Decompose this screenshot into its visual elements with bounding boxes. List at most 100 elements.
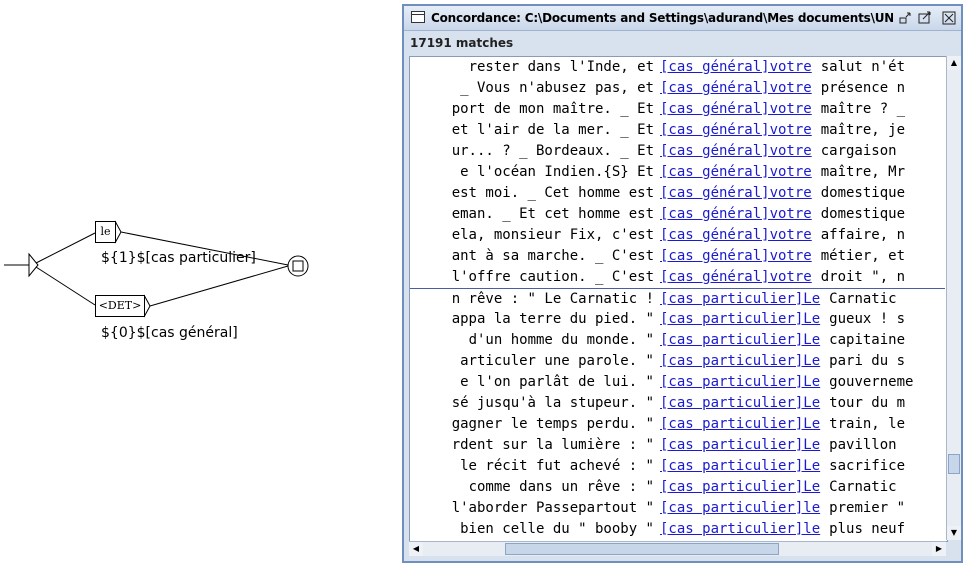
scroll-left-icon[interactable]: ◀ — [409, 542, 423, 556]
box-det[interactable]: <DET> — [95, 295, 145, 317]
scroll-down-icon[interactable]: ▼ — [947, 526, 961, 540]
concordance-row: e l'on parlât de lui. " [cas particulier]… — [410, 372, 945, 393]
match-link[interactable]: [cas général]votre — [660, 269, 812, 285]
scroll-right-icon[interactable]: ▶ — [932, 542, 946, 556]
concordance-list[interactable]: rester dans l'Inde, et [cas général]votre… — [409, 56, 948, 542]
window-icon — [411, 11, 425, 23]
match-link[interactable]: [cas particulier]Le — [660, 332, 820, 348]
concordance-row: eman. _ Et cet homme est [cas général]vot… — [410, 204, 945, 225]
left-context: d'un homme du monde. " — [410, 330, 654, 351]
match-link[interactable]: [cas général]votre — [660, 101, 812, 117]
match-link[interactable]: [cas particulier]Le — [660, 374, 820, 390]
match-link[interactable]: [cas particulier]Le — [660, 353, 820, 369]
horizontal-scrollbar[interactable]: ◀ ▶ — [409, 541, 946, 556]
concordance-row: est moi. _ Cet homme est [cas général]vot… — [410, 183, 945, 204]
left-context: l'aborder Passepartout " — [410, 498, 654, 519]
match-link[interactable]: [cas particulier]le — [660, 521, 820, 537]
concordance-row: gagner le temps perdu. " [cas particulier… — [410, 414, 945, 435]
left-context: ur... ? _ Bordeaux. _ Et — [410, 141, 654, 162]
match-link[interactable]: [cas général]votre — [660, 59, 812, 75]
right-context: affaire, n — [820, 227, 906, 243]
right-context: domestique — [820, 206, 906, 222]
right-context: cargaison — [820, 143, 897, 159]
vertical-scroll-thumb[interactable] — [948, 454, 960, 474]
grammar-graph: le <DET> ${1}$[cas particulier] ${0}$[ca… — [0, 0, 400, 566]
match-link[interactable]: [cas général]votre — [660, 227, 812, 243]
left-context-text: rdent sur la lumière : " — [451, 437, 654, 453]
match-link[interactable]: [cas particulier]Le — [660, 458, 820, 474]
concordance-row: ela, monsieur Fix, c'est [cas général]vot… — [410, 225, 945, 246]
concordance-row: articuler une parole. " [cas particulier]… — [410, 351, 945, 372]
window-title: Concordance: C:\Documents and Settings\a… — [431, 11, 893, 25]
concordance-row: n rêve : " Le Carnatic ! [cas particulier… — [410, 288, 945, 309]
left-context: comme dans un rêve : " — [410, 477, 654, 498]
concordance-row: le récit fut achevé : " [cas particulier]… — [410, 456, 945, 477]
left-context: et l'air de la mer. _ Et — [410, 120, 654, 141]
match-link[interactable]: [cas particulier]Le — [660, 395, 820, 411]
concordance-row: rester dans l'Inde, et [cas général]votre… — [410, 57, 945, 78]
right-context: gouverneme — [829, 374, 914, 390]
match-link[interactable]: [cas général]votre — [660, 206, 812, 222]
concordance-row: _ Vous n'abusez pas, et [cas général]votr… — [410, 78, 945, 99]
concordance-row: ur... ? _ Bordeaux. _ Et [cas général]vot… — [410, 141, 945, 162]
left-context-text: articuler une parole. " — [460, 353, 654, 369]
match-link[interactable]: [cas particulier]Le — [660, 437, 820, 453]
match-link[interactable]: [cas général]votre — [660, 143, 812, 159]
left-context-text: est moi. _ Cet homme est — [451, 185, 654, 201]
left-context-text: eman. _ Et cet homme est — [451, 206, 654, 222]
left-context-text: appa la terre du pied. " — [451, 311, 654, 327]
left-context: e l'océan Indien.{S} Et — [410, 162, 654, 183]
scroll-up-icon[interactable]: ▲ — [947, 56, 961, 70]
right-context: maître, Mr — [820, 164, 906, 180]
title-bar[interactable]: Concordance: C:\Documents and Settings\a… — [404, 6, 961, 31]
match-link[interactable]: [cas particulier]Le — [660, 311, 820, 327]
left-context: le récit fut achevé : " — [410, 456, 654, 477]
output-general: ${0}$[cas général] — [101, 325, 238, 341]
left-context-text: l'aborder Passepartout " — [451, 500, 654, 516]
maximize-icon[interactable] — [918, 11, 932, 25]
concordance-row: d'un homme du monde. " [cas particulier]L… — [410, 330, 945, 351]
match-link[interactable]: [cas général]votre — [660, 248, 812, 264]
left-context-text: _ Vous n'abusez pas, et — [460, 80, 654, 96]
right-context: maître ? _ — [820, 101, 906, 117]
left-context-text: ant à sa marche. _ C'est — [451, 248, 654, 264]
left-context: gagner le temps perdu. " — [410, 414, 654, 435]
initial-state-icon — [28, 252, 39, 278]
match-link[interactable]: [cas général]votre — [660, 80, 812, 96]
concordance-row: e l'océan Indien.{S} Et [cas général]votr… — [410, 162, 945, 183]
left-context-text: gagner le temps perdu. " — [451, 416, 654, 432]
right-context: Carnatic — [829, 291, 897, 307]
left-context-text: le récit fut achevé : " — [460, 458, 654, 474]
match-link[interactable]: [cas particulier]Le — [660, 291, 820, 307]
right-context: maître, je — [820, 122, 906, 138]
vertical-scrollbar[interactable]: ▲ ▼ — [946, 56, 961, 540]
left-context: rdent sur la lumière : " — [410, 435, 654, 456]
concordance-row: rdent sur la lumière : " [cas particulier… — [410, 435, 945, 456]
match-link[interactable]: [cas général]votre — [660, 185, 812, 201]
left-context-text: l'offre caution. _ C'est — [451, 269, 654, 285]
match-link[interactable]: [cas particulier]Le — [660, 416, 820, 432]
right-context: train, le — [829, 416, 906, 432]
graph-edges — [4, 220, 309, 318]
left-context-text: n rêve : " Le Carnatic ! — [451, 291, 654, 307]
concordance-row: et l'air de la mer. _ Et [cas général]vot… — [410, 120, 945, 141]
box-le[interactable]: le — [95, 221, 116, 243]
right-context: droit ", n — [820, 269, 906, 285]
right-context: Carnatic — [829, 479, 897, 495]
concordance-row: l'aborder Passepartout " [cas particulier… — [410, 498, 945, 519]
match-link[interactable]: [cas général]votre — [660, 164, 812, 180]
right-context: capitaine — [829, 332, 906, 348]
left-context-text: d'un homme du monde. " — [468, 332, 654, 348]
iconify-icon[interactable] — [898, 11, 912, 25]
match-link[interactable]: [cas particulier]Le — [660, 479, 820, 495]
right-context: métier, et — [820, 248, 906, 264]
match-link[interactable]: [cas général]votre — [660, 122, 812, 138]
right-context: domestique — [820, 185, 906, 201]
match-link[interactable]: [cas particulier]le — [660, 500, 820, 516]
horizontal-scroll-thumb[interactable] — [505, 543, 779, 555]
concordance-row: comme dans un rêve : " [cas particulier]L… — [410, 477, 945, 498]
right-context: sacrifice — [829, 458, 906, 474]
concordance-window: Concordance: C:\Documents and Settings\a… — [402, 4, 963, 563]
close-icon[interactable] — [942, 11, 956, 25]
right-context: premier " — [829, 500, 906, 516]
